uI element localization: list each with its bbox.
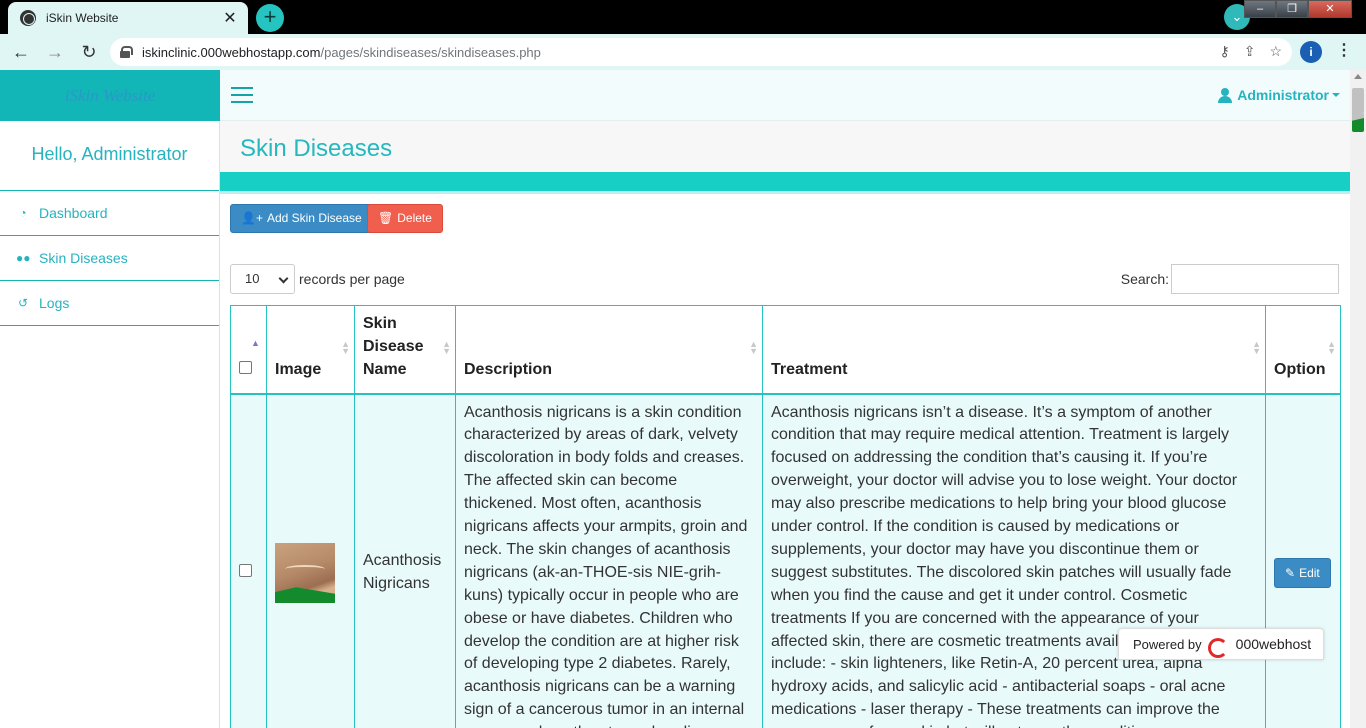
column-header-option[interactable]: ▲ ▼ Option bbox=[1265, 305, 1341, 395]
scrollbar-thumb[interactable] bbox=[1352, 88, 1364, 132]
sidebar-item-skin-diseases[interactable]: ●● Skin Diseases bbox=[0, 236, 219, 281]
delete-button[interactable]: 🗑 Delete bbox=[367, 204, 443, 233]
search-input[interactable] bbox=[1171, 264, 1339, 294]
column-header-image[interactable]: ▲ ▼ Image bbox=[266, 305, 355, 395]
window-controls: – ❐ ✕ bbox=[1244, 0, 1352, 20]
sidebar-item-label: Logs bbox=[39, 295, 70, 311]
url-text: iskinclinic.000webhostapp.com/pages/skin… bbox=[142, 45, 541, 60]
page-header: Skin Diseases bbox=[220, 121, 1350, 194]
sort-asc-icon[interactable]: ▲ bbox=[251, 339, 260, 348]
badge-prefix: Powered by bbox=[1133, 636, 1202, 652]
webhost-logo-icon bbox=[1207, 636, 1230, 658]
reload-icon[interactable]: ↻ bbox=[76, 39, 102, 65]
column-header-name[interactable]: ▲ ▼ Skin Disease Name bbox=[354, 305, 456, 395]
column-label: Skin Disease Name bbox=[363, 314, 424, 378]
column-header-treatment[interactable]: ▲ ▼ Treatment bbox=[762, 305, 1266, 395]
skin-disease-image bbox=[275, 543, 335, 604]
user-menu-label: Administrator bbox=[1237, 87, 1329, 103]
add-user-icon: 👤+ bbox=[241, 211, 263, 225]
greeting: Hello, Administrator bbox=[0, 121, 219, 191]
page-scrollbar[interactable] bbox=[1350, 70, 1366, 728]
skin-diseases-table: ▲ ▲ ▼ Image ▲ ▼ Skin Disease Name ▲ ▼ Descript… bbox=[230, 305, 1341, 728]
table-search: Search: bbox=[1121, 264, 1339, 294]
image-cell bbox=[266, 392, 355, 728]
edit-button[interactable]: ✎ Edit bbox=[1274, 558, 1331, 589]
scroll-up-arrow-icon[interactable] bbox=[1354, 74, 1362, 79]
tab-title: iSkin Website bbox=[46, 11, 119, 25]
description-cell: Acanthosis nigricans is a skin condition… bbox=[455, 392, 763, 728]
column-header-description[interactable]: ▲ ▼ Description bbox=[455, 305, 763, 395]
key-icon[interactable]: ⚷ bbox=[1219, 43, 1229, 60]
new-tab-button[interactable]: + bbox=[256, 4, 284, 32]
page-length-select[interactable]: 10 bbox=[230, 264, 295, 294]
column-label: Treatment bbox=[771, 360, 848, 378]
column-label: Description bbox=[464, 360, 553, 378]
row-select-cell bbox=[230, 392, 267, 728]
table-row: Acanthosis Nigricans Acanthosis nigrican… bbox=[230, 392, 1341, 728]
sidebar-item-label: Dashboard bbox=[39, 205, 108, 221]
name-cell: Acanthosis Nigricans bbox=[354, 392, 456, 728]
option-cell: ✎ Edit bbox=[1265, 392, 1341, 728]
sidebar: Hello, Administrator ◔ Dashboard ●● Skin… bbox=[0, 121, 220, 728]
users-icon: ●● bbox=[16, 251, 31, 265]
select-all-checkbox[interactable] bbox=[239, 360, 252, 374]
forward-icon[interactable]: → bbox=[42, 39, 68, 65]
user-menu[interactable]: Administrator bbox=[1218, 87, 1340, 103]
maximize-button[interactable]: ❐ bbox=[1276, 0, 1308, 18]
sort-icon: ▲ ▼ bbox=[442, 339, 451, 356]
browser-tab[interactable]: iSkin Website ✕ bbox=[8, 2, 248, 34]
page-length-label: records per page bbox=[299, 271, 405, 287]
bookmark-star-icon[interactable]: ☆ bbox=[1269, 43, 1282, 60]
page-title: Skin Diseases bbox=[240, 135, 393, 162]
url-path: /pages/skindiseases/skindiseases.php bbox=[320, 44, 541, 60]
sidebar-item-dashboard[interactable]: ◔ Dashboard bbox=[0, 191, 219, 236]
column-label: Option bbox=[1274, 360, 1326, 378]
caret-down-icon bbox=[1332, 93, 1340, 97]
edit-icon: ✎ bbox=[1285, 565, 1296, 580]
browser-toolbar: ← → ↻ iskinclinic.000webhostapp.com/page… bbox=[0, 34, 1366, 70]
browser-tabstrip: iSkin Website ✕ + ⌄ – ❐ ✕ bbox=[0, 0, 1366, 34]
lock-icon bbox=[120, 46, 133, 58]
sidebar-item-label: Skin Diseases bbox=[39, 250, 128, 266]
user-icon bbox=[1218, 87, 1233, 103]
sort-icon: ▲ ▼ bbox=[1327, 339, 1336, 356]
dashboard-icon: ◔ bbox=[19, 206, 27, 220]
treatment-cell: Acanthosis nigricans isn’t a disease. It… bbox=[762, 392, 1266, 728]
browser-menu-icon[interactable]: ⋮ bbox=[1336, 40, 1352, 60]
search-label: Search: bbox=[1120, 271, 1169, 287]
badge-brand: 000webhost bbox=[1235, 636, 1312, 652]
hamburger-menu-icon[interactable] bbox=[231, 87, 253, 103]
profile-avatar[interactable]: i bbox=[1300, 41, 1322, 63]
add-button-label: Add Skin Disease bbox=[266, 211, 362, 225]
minimize-button[interactable]: – bbox=[1244, 0, 1276, 18]
header-divider bbox=[220, 172, 1350, 194]
edit-button-label: Edit bbox=[1299, 565, 1320, 580]
table-header-row: ▲ ▲ ▼ Image ▲ ▼ Skin Disease Name ▲ ▼ Descript… bbox=[230, 305, 1341, 395]
globe-icon bbox=[20, 10, 36, 26]
powered-by-badge[interactable]: Powered by 000webhost bbox=[1118, 628, 1324, 660]
select-all-header: ▲ bbox=[230, 305, 267, 395]
column-label: Image bbox=[275, 360, 322, 378]
sidebar-item-logs[interactable]: ↺ Logs bbox=[0, 281, 219, 326]
back-icon[interactable]: ← bbox=[8, 39, 34, 65]
address-bar[interactable]: iskinclinic.000webhostapp.com/pages/skin… bbox=[110, 38, 1292, 66]
row-checkbox[interactable] bbox=[239, 563, 252, 577]
add-skin-disease-button[interactable]: 👤+ Add Skin Disease bbox=[230, 204, 373, 233]
share-icon[interactable]: ⇪ bbox=[1244, 43, 1256, 60]
close-window-button[interactable]: ✕ bbox=[1308, 0, 1352, 18]
brand-logo[interactable]: iSkin Website bbox=[0, 70, 220, 121]
url-domain: iskinclinic.000webhostapp.com bbox=[142, 44, 321, 60]
history-icon: ↺ bbox=[17, 296, 29, 310]
delete-button-label: Delete bbox=[397, 211, 432, 225]
top-navbar: Administrator bbox=[220, 70, 1350, 121]
sort-icon: ▲ ▼ bbox=[749, 339, 758, 356]
records-per-page: 10 records per page bbox=[230, 264, 405, 294]
omnibox-actions: ⚷ ⇪ ☆ bbox=[1219, 43, 1282, 60]
sort-icon: ▲ ▼ bbox=[1252, 339, 1261, 356]
sort-icon: ▲ ▼ bbox=[341, 339, 350, 356]
tab-close-icon[interactable]: ✕ bbox=[222, 8, 238, 28]
trash-icon: 🗑 bbox=[378, 211, 394, 225]
